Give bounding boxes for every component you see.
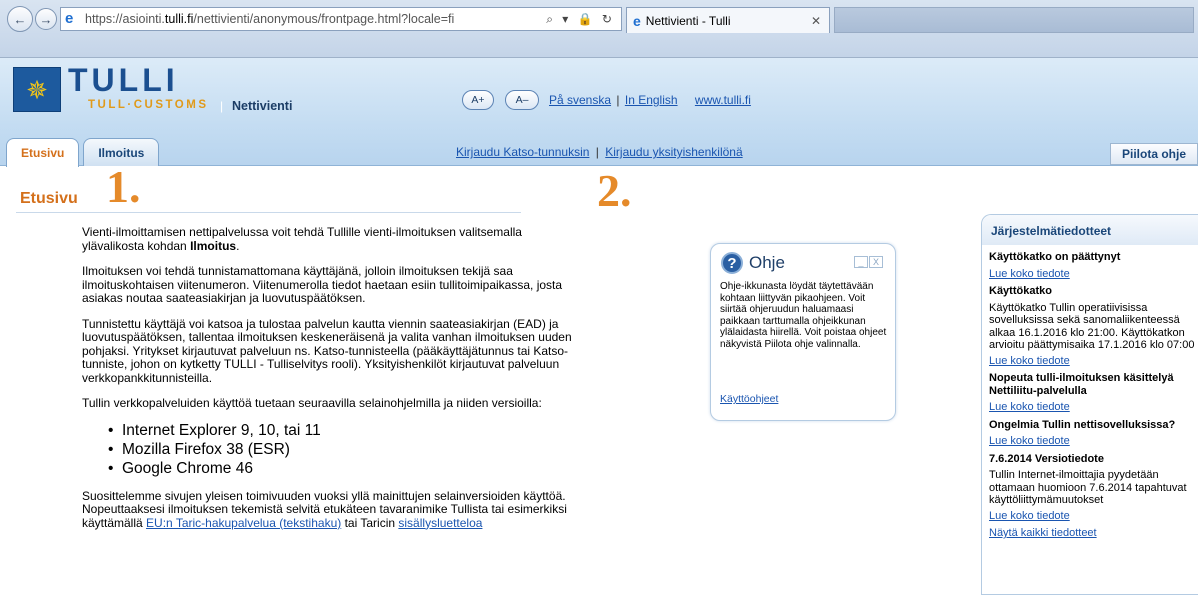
logo-separator: |: [220, 99, 224, 113]
intro-text: Vienti-ilmoittamisen nettipalvelussa voi…: [82, 225, 582, 530]
minimize-icon[interactable]: _: [854, 256, 868, 268]
notice-title: Käyttökatko: [989, 285, 1052, 297]
taric-contents-link[interactable]: sisällysluetteloa: [398, 516, 482, 530]
intro-paragraph-5: Suosittelemme sivujen yleisen toimivuude…: [82, 488, 566, 503]
notice-text: Käyttökatko Tullin operatiivisissa sovel…: [989, 301, 1195, 352]
tab-title: Nettivienti - Tulli: [645, 13, 731, 28]
notices-body: Käyttökatko on päättynyt Lue koko tiedot…: [982, 245, 1198, 540]
notice-text: Tullin Internet-ilmoittajia pyydetään ot…: [989, 469, 1187, 506]
read-notice-link[interactable]: Lue koko tiedote: [989, 435, 1198, 448]
tulli-emblem-icon: ✵: [13, 67, 61, 112]
url-path: /nettivienti/anonymous/frontpage.html?lo…: [193, 12, 455, 26]
address-url[interactable]: https://asiointi.tulli.fi/nettivienti/an…: [85, 12, 546, 26]
read-notice-link[interactable]: Lue koko tiedote: [989, 510, 1198, 523]
taric-search-link[interactable]: EU:n Taric-hakupalvelua (tekstihaku): [146, 516, 341, 530]
ilmoitus-emphasis: Ilmoitus: [190, 238, 237, 253]
url-domain: tulli.fi: [164, 12, 194, 26]
tab-close-icon[interactable]: ✕: [811, 14, 821, 28]
page-title: Etusivu: [20, 190, 78, 207]
help-text: Ohje-ikkunasta löydät täytettävään kohta…: [720, 281, 887, 350]
login-private-link[interactable]: Kirjaudu yksityishenkilönä: [605, 145, 742, 159]
forward-button[interactable]: →: [35, 8, 57, 30]
site-header: ✵ TULLI TULL·CUSTOMS | Nettivienti A+ A–…: [0, 58, 1198, 167]
address-bar[interactable]: e https://asiointi.tulli.fi/nettivienti/…: [60, 7, 622, 31]
read-notice-link[interactable]: Lue koko tiedote: [989, 355, 1198, 368]
intro-paragraph-6: Nopeuttaaksesi ilmoituksen tekemistä sel…: [82, 502, 567, 530]
user-guide-link[interactable]: Käyttöohjeet: [720, 393, 778, 405]
browser-chrome: ← → e https://asiointi.tulli.fi/nettivie…: [0, 0, 1198, 58]
tab-etusivu[interactable]: Etusivu: [6, 138, 80, 167]
back-arrow-icon: ←: [13, 11, 27, 27]
logo-subtitle: TULL·CUSTOMS: [88, 99, 209, 111]
back-button[interactable]: ←: [7, 6, 33, 32]
font-larger-button[interactable]: A+: [462, 90, 494, 110]
login-katso-link[interactable]: Kirjaudu Katso-tunnuksin: [456, 145, 589, 159]
title-divider: [16, 212, 521, 213]
help-question-icon: ?: [721, 252, 743, 274]
tulli-site-link[interactable]: www.tulli.fi: [695, 93, 751, 107]
help-box[interactable]: ? Ohje _ X Ohje-ikkunasta löydät täytett…: [710, 243, 896, 421]
intro-paragraph-2: Ilmoituksen voi tehdä tunnistamattomana …: [82, 264, 563, 305]
login-links: Kirjaudu Katso-tunnuksin | Kirjaudu yksi…: [456, 145, 743, 159]
logo-wordmark: TULLI: [68, 62, 179, 98]
system-notices-panel: Järjestelmätiedotteet Käyttökatko on pää…: [981, 214, 1198, 595]
supported-browsers-list: Internet Explorer 9, 10, tai 11 Mozilla …: [82, 421, 582, 478]
tab-ie-icon: e: [633, 12, 641, 29]
hide-help-button[interactable]: Piilota ohje: [1110, 143, 1198, 165]
read-notice-link[interactable]: Lue koko tiedote: [989, 401, 1198, 414]
read-notice-link[interactable]: Lue koko tiedote: [989, 268, 1198, 281]
language-links: På svenska | In English www.tulli.fi: [549, 93, 751, 107]
url-prefix: https://asiointi.: [85, 12, 165, 26]
close-icon[interactable]: X: [869, 256, 883, 268]
intro-paragraph-4: Tullin verkkopalveluiden käyttöä tuetaan…: [82, 396, 542, 410]
notice-title: 7.6.2014 Versiotiedote: [989, 452, 1104, 465]
browser-tab[interactable]: e Nettivienti - Tulli ✕: [626, 7, 830, 33]
help-header[interactable]: ? Ohje: [721, 252, 785, 274]
annotation-2: 2.: [597, 165, 632, 216]
notice-title: Ongelmia Tullin nettisovelluksissa?: [989, 418, 1176, 431]
help-controls: _ X: [853, 256, 883, 268]
show-all-notices-link[interactable]: Näytä kaikki tiedotteet: [989, 527, 1198, 540]
list-item: Internet Explorer 9, 10, tai 11: [108, 421, 582, 440]
address-bar-icons[interactable]: ⌕ ▾ 🔒 ↻: [546, 12, 621, 27]
notice-title: Käyttökatko on päättynyt: [989, 251, 1121, 263]
font-smaller-button[interactable]: A–: [505, 90, 539, 110]
annotation-1: 1.: [106, 161, 141, 212]
lang-separator: |: [616, 93, 620, 107]
list-item: Mozilla Firefox 38 (ESR): [108, 440, 582, 459]
new-tab-area[interactable]: [834, 7, 1194, 33]
list-item: Google Chrome 46: [108, 459, 582, 478]
ie-icon: e: [65, 10, 74, 27]
forward-arrow-icon: →: [39, 11, 53, 27]
lang-swedish-link[interactable]: På svenska: [549, 93, 611, 107]
intro-paragraph-1: Vienti-ilmoittamisen nettipalvelussa voi…: [82, 225, 522, 253]
lang-english-link[interactable]: In English: [625, 93, 678, 107]
help-title: Ohje: [749, 253, 785, 272]
login-separator: |: [595, 145, 599, 159]
intro-paragraph-3: Tunnistettu käyttäjä voi katsoa ja tulos…: [82, 316, 572, 385]
app-name: Nettivienti: [232, 99, 293, 113]
notices-title: Järjestelmätiedotteet: [982, 215, 1198, 245]
notice-title: Nopeuta tulli-ilmoituksen käsittelyä Net…: [989, 372, 1174, 397]
